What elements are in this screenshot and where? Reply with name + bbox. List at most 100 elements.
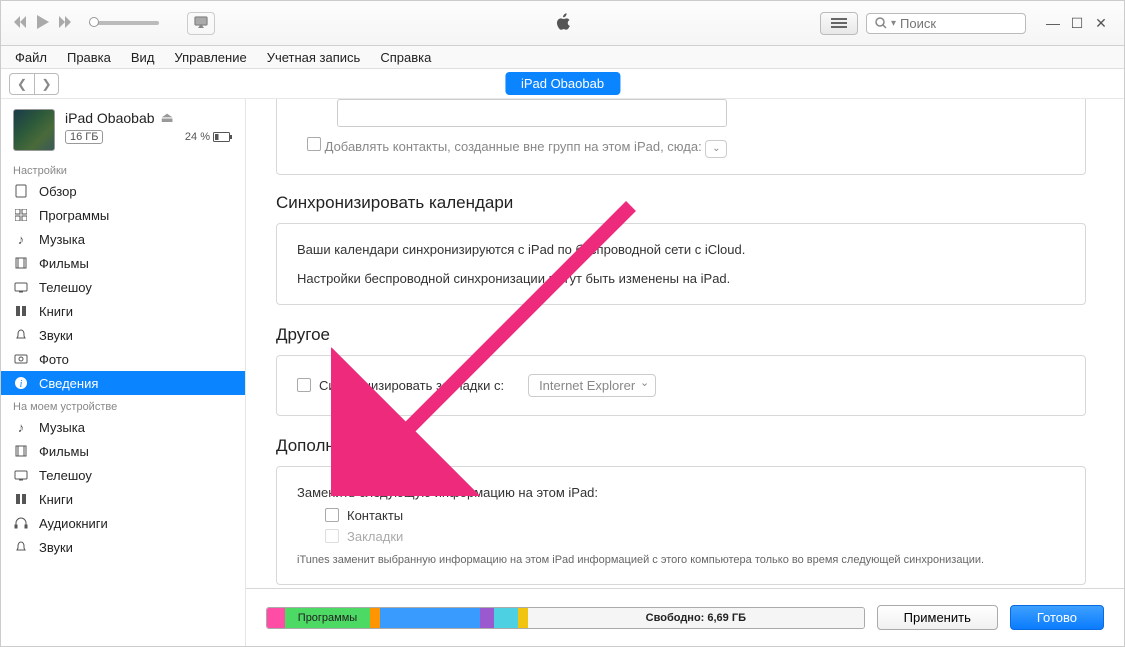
nav-back-button[interactable]: ❮ xyxy=(9,73,34,95)
sidebar-item-label: Телешоу xyxy=(39,280,92,295)
sidebar-item-info[interactable]: i Сведения xyxy=(1,371,245,395)
addons-replace-label: Заменить следующую информацию на этом iP… xyxy=(297,485,1065,500)
menu-bar: Файл Правка Вид Управление Учетная запис… xyxy=(1,46,1124,69)
music-icon: ♪ xyxy=(13,420,29,435)
next-icon[interactable] xyxy=(59,16,73,31)
sidebar-item-label: Музыка xyxy=(39,420,85,435)
menu-help[interactable]: Справка xyxy=(370,48,441,67)
search-icon xyxy=(875,17,887,29)
sidebar-section-settings: Настройки xyxy=(1,159,245,179)
storage-bar: Программы Свободно: 6,69 ГБ xyxy=(266,607,865,629)
device-pill[interactable]: iPad Obaobab xyxy=(505,72,620,95)
menu-edit[interactable]: Правка xyxy=(57,48,121,67)
storage-seg-free: Свободно: 6,69 ГБ xyxy=(528,608,864,628)
group-dropdown[interactable]: ⌄ xyxy=(705,140,727,158)
addons-box: Заменить следующую информацию на этом iP… xyxy=(276,466,1086,585)
menu-view[interactable]: Вид xyxy=(121,48,165,67)
menu-file[interactable]: Файл xyxy=(5,48,57,67)
device-name: iPad Obaobab xyxy=(65,110,155,126)
add-contacts-checkbox[interactable] xyxy=(307,137,321,151)
sync-bookmarks-label: Синхронизировать закладки с: xyxy=(319,378,504,393)
sidebar-item-books[interactable]: Книги xyxy=(1,299,245,323)
device-header: iPad Obaobab ⏏ 16 ГБ 24 % xyxy=(1,99,245,159)
sidebar-item-photos[interactable]: Фото xyxy=(1,347,245,371)
svg-text:i: i xyxy=(20,379,23,390)
apple-logo-icon xyxy=(554,11,572,36)
sidebar-section-ondevice: На моем устройстве xyxy=(1,395,245,415)
calendars-text-1: Ваши календари синхронизируются с iPad п… xyxy=(297,242,1065,257)
eject-icon[interactable]: ⏏ xyxy=(161,109,174,126)
sidebar-ondevice-audiobooks[interactable]: Аудиокниги xyxy=(1,511,245,535)
calendars-header: Синхронизировать календари xyxy=(276,193,1086,213)
minimize-icon[interactable]: — xyxy=(1042,15,1064,32)
content-area: Добавлять контакты, созданные вне групп … xyxy=(246,99,1124,646)
search-box[interactable]: ▾ xyxy=(866,13,1026,34)
play-icon[interactable] xyxy=(37,15,49,32)
tv-icon xyxy=(13,281,29,293)
sidebar-item-label: Фильмы xyxy=(39,256,89,271)
sidebar-item-label: Звуки xyxy=(39,328,73,343)
menu-controls[interactable]: Управление xyxy=(164,48,256,67)
device-battery: 24 % xyxy=(185,131,233,143)
close-icon[interactable]: ✕ xyxy=(1090,15,1112,32)
other-header: Другое xyxy=(276,325,1086,345)
sidebar-item-label: Фильмы xyxy=(39,444,89,459)
storage-seg-audio xyxy=(267,608,285,628)
apps-icon xyxy=(13,209,29,221)
bell-icon xyxy=(13,541,29,553)
contacts-checkbox-label: Контакты xyxy=(347,508,403,523)
browser-select[interactable]: Internet Explorer xyxy=(528,374,656,397)
sidebar-item-movies[interactable]: Фильмы xyxy=(1,251,245,275)
calendars-text-2: Настройки беспроводной синхронизации мог… xyxy=(297,271,1065,286)
dropdown-caret-icon: ▾ xyxy=(891,18,896,29)
sidebar-item-label: Программы xyxy=(39,208,109,223)
tv-icon xyxy=(13,469,29,481)
sub-header: ❮ ❯ iPad Obaobab xyxy=(1,69,1124,99)
sidebar-item-apps[interactable]: Программы xyxy=(1,203,245,227)
device-capacity: 16 ГБ xyxy=(65,130,103,144)
sidebar-item-label: Сведения xyxy=(39,376,98,391)
menu-account[interactable]: Учетная запись xyxy=(257,48,371,67)
contacts-checkbox[interactable] xyxy=(325,508,339,522)
sidebar-item-summary[interactable]: Обзор xyxy=(1,179,245,203)
sidebar-item-label: Звуки xyxy=(39,540,73,555)
list-view-button[interactable] xyxy=(820,12,858,35)
sidebar-item-tones[interactable]: Звуки xyxy=(1,323,245,347)
camera-icon xyxy=(13,354,29,364)
storage-seg-1 xyxy=(370,608,380,628)
sync-bookmarks-checkbox[interactable] xyxy=(297,378,311,392)
book-icon xyxy=(13,305,29,317)
group-select-field[interactable] xyxy=(337,99,727,127)
film-icon xyxy=(13,445,29,457)
airplay-icon[interactable] xyxy=(187,12,215,35)
storage-seg-photos xyxy=(380,608,480,628)
addons-note: iTunes заменит выбранную информацию на э… xyxy=(297,554,1065,566)
sidebar-item-label: Книги xyxy=(39,304,73,319)
contacts-box-partial: Добавлять контакты, созданные вне групп … xyxy=(276,99,1086,175)
apply-button[interactable]: Применить xyxy=(877,605,998,630)
storage-seg-docs xyxy=(494,608,518,628)
sidebar-ondevice-tones[interactable]: Звуки xyxy=(1,535,245,559)
sidebar-ondevice-books[interactable]: Книги xyxy=(1,487,245,511)
maximize-icon[interactable]: ☐ xyxy=(1066,15,1088,32)
addons-header: Дополнения xyxy=(276,436,1086,456)
sidebar-ondevice-tvshows[interactable]: Телешоу xyxy=(1,463,245,487)
storage-seg-books xyxy=(480,608,494,628)
nav-forward-button[interactable]: ❯ xyxy=(34,73,59,95)
bookmarks-checkbox xyxy=(325,529,339,543)
storage-seg-other xyxy=(518,608,528,628)
sidebar-item-tvshows[interactable]: Телешоу xyxy=(1,275,245,299)
device-thumbnail xyxy=(13,109,55,151)
sidebar-ondevice-movies[interactable]: Фильмы xyxy=(1,439,245,463)
volume-slider[interactable] xyxy=(89,21,159,25)
sidebar-item-music[interactable]: ♪Музыка xyxy=(1,227,245,251)
sidebar-ondevice-music[interactable]: ♪ Музыка xyxy=(1,415,245,439)
search-input[interactable] xyxy=(900,16,1010,31)
storage-apps-label: Программы xyxy=(298,612,357,624)
prev-icon[interactable] xyxy=(13,16,27,31)
info-icon: i xyxy=(13,376,29,390)
storage-seg-apps: Программы xyxy=(285,608,370,628)
other-box: Синхронизировать закладки с: Internet Ex… xyxy=(276,355,1086,416)
sidebar-item-label: Телешоу xyxy=(39,468,92,483)
done-button[interactable]: Готово xyxy=(1010,605,1104,630)
